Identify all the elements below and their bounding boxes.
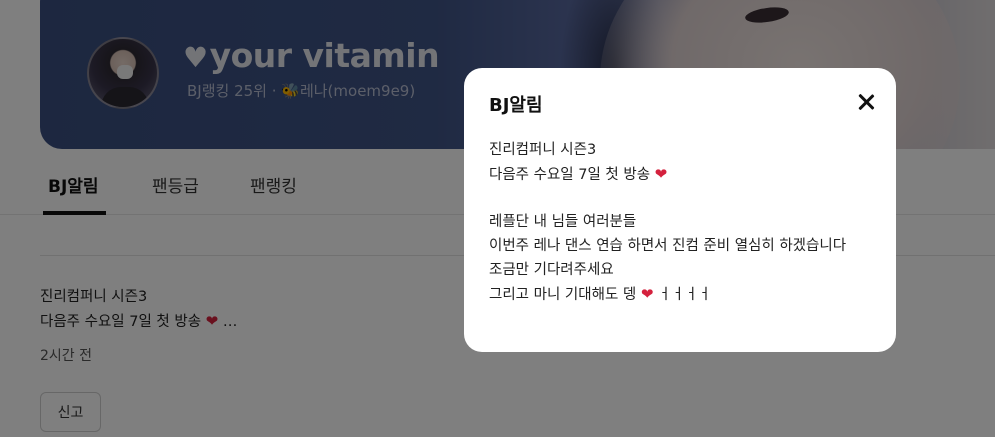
close-icon[interactable] <box>854 90 878 114</box>
modal-line-text: 레플단 내 님들 여러분들 <box>489 214 637 230</box>
modal-line-text: 그리고 마니 기대해도 뎅 <box>489 287 637 303</box>
heart-icon: ❤ <box>654 165 668 183</box>
modal-line-text: 진리컴퍼니 시즌3 <box>489 142 597 158</box>
modal-body: 진리컴퍼니 시즌3 다음주 수요일 7일 첫 방송 ❤ 레플단 내 님들 여러분… <box>489 138 879 306</box>
modal-line-text: 다음주 수요일 7일 첫 방송 <box>489 167 651 183</box>
modal-title: BJ알림 <box>489 95 543 116</box>
modal-line: 진리컴퍼니 시즌3 <box>489 138 879 162</box>
modal-line-suffix: ㅓㅓㅓㅓ <box>658 287 712 303</box>
modal-line: 조금만 기다려주세요 <box>489 258 879 282</box>
modal-line-text: 조금만 기다려주세요 <box>489 262 614 278</box>
heart-icon: ❤ <box>640 285 654 303</box>
bj-alarm-modal: BJ알림 진리컴퍼니 시즌3 다음주 수요일 7일 첫 방송 ❤ 레플단 내 님… <box>464 68 896 352</box>
modal-line: 레플단 내 님들 여러분들 <box>489 210 879 234</box>
modal-line-text: 이번주 레나 댄스 연습 하면서 진컴 준비 열심히 하겠습니다 <box>489 238 847 254</box>
modal-line-blank <box>489 186 879 210</box>
modal-line: 다음주 수요일 7일 첫 방송 ❤ <box>489 162 879 186</box>
modal-line: 그리고 마니 기대해도 뎅 ❤ ㅓㅓㅓㅓ <box>489 282 879 306</box>
modal-line: 이번주 레나 댄스 연습 하면서 진컴 준비 열심히 하겠습니다 <box>489 234 879 258</box>
